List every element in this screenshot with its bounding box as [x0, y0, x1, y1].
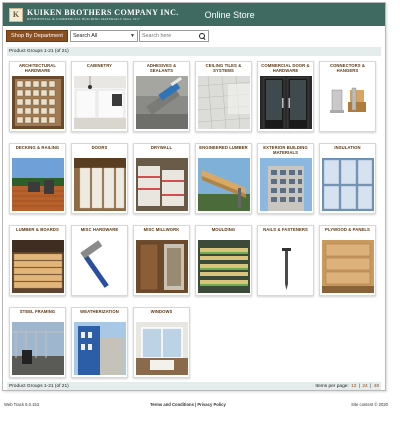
- shop-by-department-button[interactable]: Shop By Department: [6, 30, 68, 42]
- page-footer: Web Track 6.0.153 Terms and Conditions |…: [0, 400, 400, 410]
- category-label: MOULDING: [211, 227, 236, 232]
- per-page-separator: |: [370, 383, 372, 389]
- insulation-image[interactable]: [322, 158, 374, 211]
- category-card-misc-hardware[interactable]: MISC HARDWARE: [71, 225, 128, 296]
- category-label: WINDOWS: [150, 309, 173, 314]
- ceiling-tiles-image[interactable]: [198, 76, 250, 129]
- online-store-title: Online Store: [204, 9, 255, 20]
- category-card-decking-railing[interactable]: DECKING & RAILING: [9, 143, 66, 214]
- category-card-adhesives-sealants[interactable]: ADHESIVES & SEALANTS: [133, 61, 190, 132]
- category-card-windows[interactable]: WINDOWS: [133, 307, 190, 378]
- search-input[interactable]: [141, 33, 198, 39]
- category-card-lumber-boards[interactable]: LUMBER & BOARDS: [9, 225, 66, 296]
- category-card-architectural-hardware[interactable]: ARCHITECTURAL HARDWARE: [9, 61, 66, 132]
- category-label: PLYWOOD & PANELS: [325, 227, 370, 232]
- adhesives-sealants-image[interactable]: [136, 76, 188, 129]
- category-card-drywall[interactable]: DRYWALL: [133, 143, 190, 214]
- category-label: INSULATION: [334, 145, 361, 150]
- brand-name: KUIKEN BROTHERS COMPANY INC.: [27, 7, 179, 17]
- category-card-exterior-building-materials[interactable]: EXTERIOR BUILDING MATERIALS: [257, 143, 314, 214]
- category-label: ADHESIVES & SEALANTS: [146, 63, 177, 73]
- copyright-text: Site content © 2020: [351, 402, 388, 407]
- product-groups-count: Product Groups 1-21 (of 21): [9, 383, 69, 389]
- items-per-page-label: Items per page:: [315, 383, 349, 389]
- misc-millwork-image[interactable]: [136, 240, 188, 293]
- category-label: CABINETRY: [86, 63, 113, 68]
- category-label: DRYWALL: [150, 145, 173, 150]
- category-card-nails-fasteners[interactable]: NAILS & FASTENERS: [257, 225, 314, 296]
- category-card-commercial-door[interactable]: COMMERCIAL DOOR & HARDWARE: [257, 61, 314, 132]
- category-label: DOORS: [91, 145, 108, 150]
- category-card-doors[interactable]: DOORS: [71, 143, 128, 214]
- pagination-bar: Product Groups 1-21 (of 21) Items per pa…: [7, 382, 381, 390]
- architectural-hardware-image[interactable]: [12, 76, 64, 129]
- category-label: LUMBER & BOARDS: [16, 227, 59, 232]
- lumber-boards-image[interactable]: [12, 240, 64, 293]
- category-card-steel-framing[interactable]: STEEL FRAMING: [9, 307, 66, 378]
- category-label: DECKING & RAILING: [15, 145, 60, 150]
- windows-image[interactable]: [136, 322, 188, 375]
- nails-fasteners-image[interactable]: [260, 240, 312, 293]
- search-scope-select[interactable]: Search All ▼: [69, 30, 138, 42]
- category-card-ceiling-tiles[interactable]: CEILING TILES & SYSTEMS: [195, 61, 252, 132]
- category-label: MISC HARDWARE: [80, 227, 119, 232]
- category-label: ENGINEERED LUMBER: [199, 145, 248, 150]
- category-label: CEILING TILES & SYSTEMS: [205, 63, 242, 73]
- misc-hardware-image[interactable]: [74, 240, 126, 293]
- category-label: CONNECTORS & HANGERS: [329, 63, 366, 73]
- connectors-hangers-image[interactable]: [322, 76, 374, 129]
- category-card-connectors-hangers[interactable]: CONNECTORS & HANGERS: [319, 61, 376, 132]
- search-scope-value: Search All: [72, 33, 98, 39]
- search-icon[interactable]: [198, 32, 206, 40]
- brand-tagline: RESIDENTIAL & COMMERCIAL BUILDING MATERI…: [27, 16, 141, 21]
- category-card-plywood-panels[interactable]: PLYWOOD & PANELS: [319, 225, 376, 296]
- category-label: EXTERIOR BUILDING MATERIALS: [263, 145, 308, 155]
- decking-railing-image[interactable]: [12, 158, 64, 211]
- category-card-cabinetry[interactable]: CABINETRY: [71, 61, 128, 132]
- category-card-insulation[interactable]: INSULATION: [319, 143, 376, 214]
- category-label: MISC MILLWORK: [143, 227, 180, 232]
- engineered-lumber-image[interactable]: [198, 158, 250, 211]
- site-header: K KUIKEN BROTHERS COMPANY INC. RESIDENTI…: [3, 3, 385, 26]
- category-card-engineered-lumber[interactable]: ENGINEERED LUMBER: [195, 143, 252, 214]
- per-page-separator: |: [358, 383, 361, 389]
- steel-framing-image[interactable]: [12, 322, 64, 375]
- browser-page: K KUIKEN BROTHERS COMPANY INC. RESIDENTI…: [2, 2, 386, 391]
- doors-image[interactable]: [74, 158, 126, 211]
- exterior-building-materials-image[interactable]: [260, 158, 312, 211]
- drywall-image[interactable]: [136, 158, 188, 211]
- search-toolbar: Shop By Department Search All ▼: [3, 29, 385, 43]
- cabinetry-image[interactable]: [74, 76, 126, 129]
- search-box: [138, 30, 209, 42]
- version-text: Web Track 6.0.153: [4, 402, 40, 407]
- product-groups-header: Product Groups 1-21 (of 21): [7, 47, 381, 56]
- category-card-weatherization[interactable]: WEATHERIZATION: [71, 307, 128, 378]
- commercial-door-image[interactable]: [260, 76, 312, 129]
- company-logo[interactable]: K: [9, 7, 23, 22]
- footer-links[interactable]: Terms and Conditions | Privacy Policy: [150, 402, 226, 407]
- category-card-misc-millwork[interactable]: MISC MILLWORK: [133, 225, 190, 296]
- brand-block[interactable]: KUIKEN BROTHERS COMPANY INC. RESIDENTIAL…: [27, 8, 179, 22]
- weatherization-image[interactable]: [74, 322, 126, 375]
- logo-mark: K: [12, 10, 20, 19]
- category-card-moulding[interactable]: MOULDING: [195, 225, 252, 296]
- moulding-image[interactable]: [198, 240, 250, 293]
- category-label: STEEL FRAMING: [19, 309, 56, 314]
- per-page-option-24[interactable]: 24: [362, 384, 367, 389]
- per-page-option-12[interactable]: 12: [351, 384, 356, 389]
- items-per-page: Items per page: 12 | 24 | 48: [314, 384, 379, 389]
- chevron-down-icon: ▼: [129, 33, 135, 39]
- plywood-panels-image[interactable]: [322, 240, 374, 293]
- category-label: WEATHERIZATION: [80, 309, 119, 314]
- per-page-option-48[interactable]: 48: [374, 384, 379, 389]
- category-label: NAILS & FASTENERS: [263, 227, 308, 232]
- category-label: COMMERCIAL DOOR & HARDWARE: [261, 63, 310, 73]
- category-label: ARCHITECTURAL HARDWARE: [18, 63, 57, 73]
